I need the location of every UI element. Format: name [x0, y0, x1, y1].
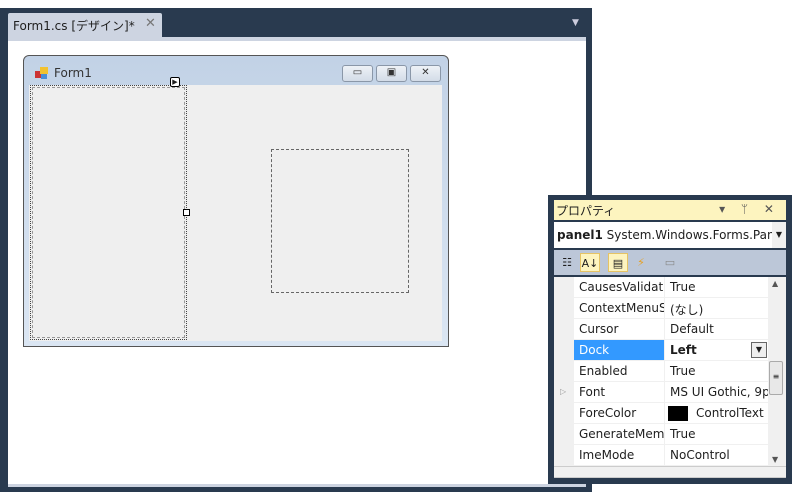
- properties-icon[interactable]: ▤: [608, 253, 628, 272]
- alphabetical-icon[interactable]: A↓: [580, 253, 600, 272]
- scroll-up-icon[interactable]: ▲: [772, 279, 778, 288]
- property-row[interactable]: ContextMenuStrip(なし): [574, 298, 768, 319]
- property-row[interactable]: Font MS UI Gothic, 9pt: [574, 382, 768, 403]
- property-grid: CausesValidationTrue ContextMenuStrip(なし…: [554, 277, 786, 466]
- expand-icon[interactable]: ▷: [560, 387, 566, 396]
- object-selector[interactable]: panel1 System.Windows.Forms.Panel ▼: [554, 222, 786, 248]
- object-type: System.Windows.Forms.Panel: [606, 228, 786, 242]
- property-row[interactable]: ImeMode NoControl: [574, 445, 768, 466]
- property-row-selected[interactable]: Dock Left ▼: [574, 340, 768, 361]
- close-button[interactable]: ✕: [410, 65, 441, 82]
- property-row[interactable]: Cursor Default: [574, 319, 768, 340]
- properties-title-bar: プロパティ ▾ ᛘ ✕: [554, 200, 786, 220]
- minimize-button[interactable]: ▭: [342, 65, 373, 82]
- tab-label: Form1.cs [デザイン]*: [13, 19, 135, 33]
- scroll-down-icon[interactable]: ▼: [772, 455, 778, 464]
- property-row[interactable]: CausesValidationTrue: [574, 277, 768, 298]
- panel2[interactable]: [271, 149, 409, 293]
- window-buttons-icon[interactable]: ▾ ᛘ ✕: [719, 202, 780, 216]
- description-splitter[interactable]: [554, 466, 786, 478]
- events-icon[interactable]: ⚡: [631, 253, 651, 272]
- tab-form1-design[interactable]: Form1.cs [デザイン]* ✕: [8, 13, 162, 38]
- property-row[interactable]: ForeColor ControlText: [574, 403, 768, 424]
- properties-title: プロパティ: [556, 204, 616, 218]
- panel1-docked-left[interactable]: [30, 85, 187, 340]
- chevron-down-icon[interactable]: ▼: [751, 342, 767, 358]
- property-row[interactable]: Enabled True: [574, 361, 768, 382]
- resize-handle[interactable]: [183, 209, 190, 216]
- maximize-button[interactable]: ▣: [376, 65, 407, 82]
- bottom-strip: [8, 484, 586, 487]
- tab-dropdown-icon[interactable]: ▼: [572, 18, 579, 28]
- scrollbar-thumb[interactable]: ≡: [769, 361, 783, 395]
- form-icon: [35, 67, 48, 79]
- chevron-down-icon[interactable]: ▼: [772, 222, 786, 248]
- properties-toolbar: ☷ A↓ ▤ ⚡ ▭: [554, 250, 786, 275]
- object-name: panel1: [557, 228, 603, 242]
- categorized-icon[interactable]: ☷: [557, 253, 577, 272]
- close-icon[interactable]: ✕: [145, 16, 156, 31]
- property-pages-icon[interactable]: ▭: [660, 253, 680, 272]
- form-title: Form1: [54, 66, 92, 80]
- smart-tag-icon[interactable]: ▶: [170, 77, 180, 87]
- color-swatch: [668, 406, 688, 421]
- property-row[interactable]: GenerateMemberTrue: [574, 424, 768, 445]
